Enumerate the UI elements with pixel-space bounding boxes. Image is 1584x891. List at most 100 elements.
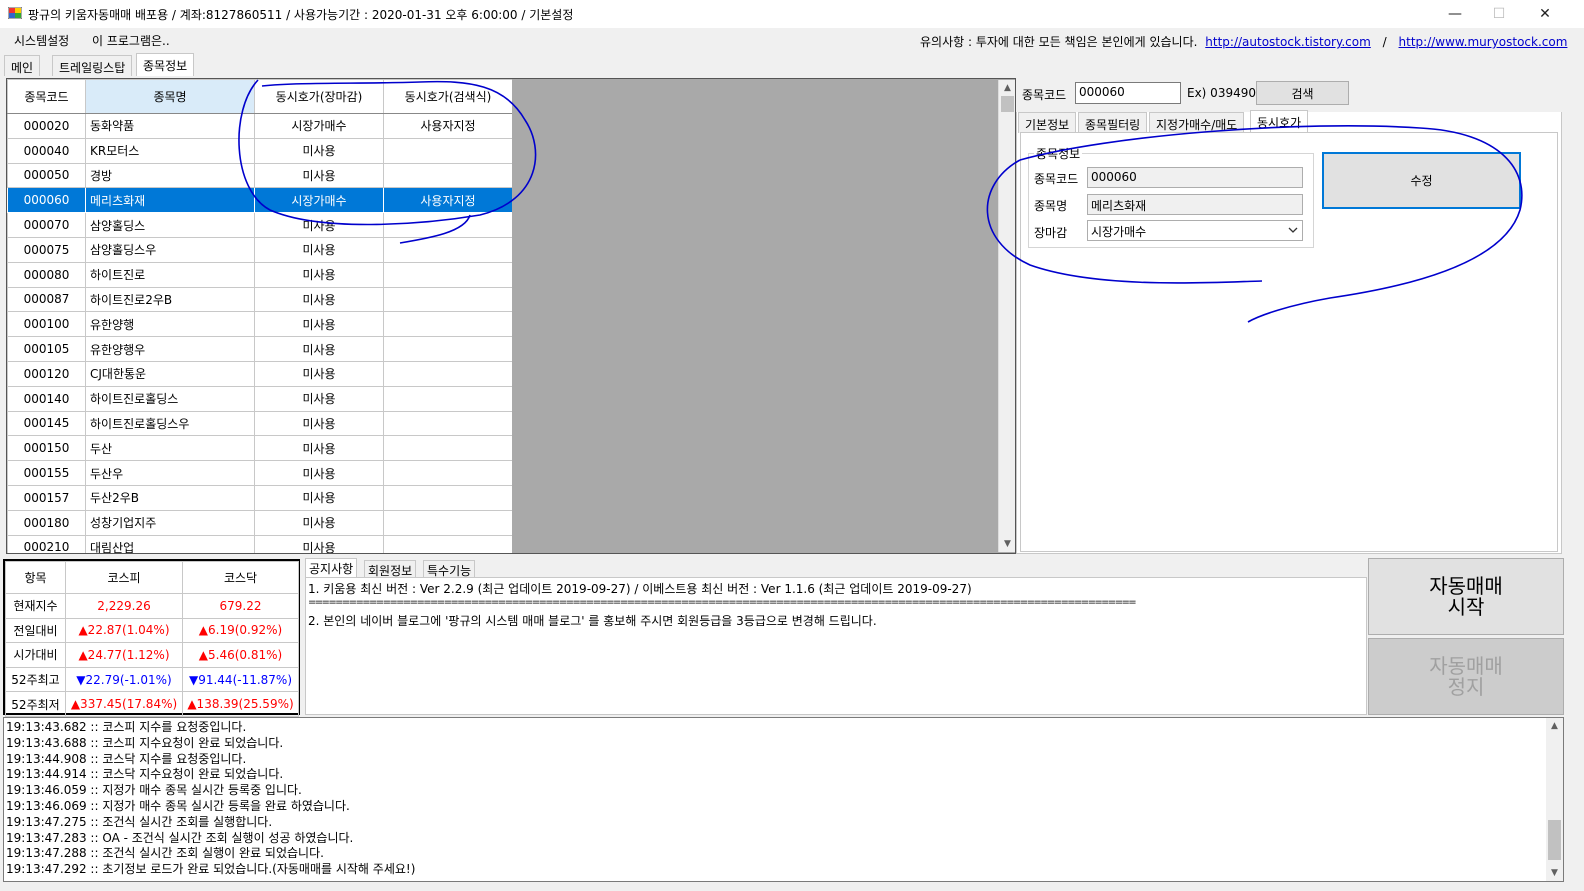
- cell-search-auction[interactable]: [383, 460, 512, 486]
- cell-name[interactable]: 유한양행: [85, 311, 255, 338]
- table-row[interactable]: 000020 동화약품 시장가매수 사용자지정: [7, 113, 512, 139]
- cell-search-auction[interactable]: [383, 286, 512, 313]
- cell-close-auction[interactable]: 미사용: [254, 137, 384, 164]
- tab-notice[interactable]: 공지사항: [305, 558, 358, 578]
- cell-name[interactable]: 하이트진로: [85, 261, 255, 288]
- cell-close-auction[interactable]: 미사용: [254, 509, 384, 536]
- cell-close-auction[interactable]: 미사용: [254, 236, 384, 263]
- table-row[interactable]: 000070 삼양홀딩스 미사용: [7, 212, 512, 238]
- tab-member-info[interactable]: 회원정보: [364, 560, 417, 578]
- cell-code[interactable]: 000060: [7, 187, 86, 214]
- close-icon[interactable]: ✕: [1522, 0, 1568, 28]
- cell-search-auction[interactable]: [383, 435, 512, 462]
- table-row[interactable]: 000060 메리츠화재 시장가매수 사용자지정: [7, 187, 512, 214]
- table-row[interactable]: 000210 대림산업 미사용: [7, 534, 512, 553]
- cell-close-auction[interactable]: 미사용: [254, 385, 384, 412]
- cell-close-auction[interactable]: 시장가매수: [254, 113, 384, 139]
- cell-code[interactable]: 000210: [7, 534, 86, 553]
- cell-code[interactable]: 000120: [7, 360, 86, 387]
- cell-code[interactable]: 000100: [7, 311, 86, 338]
- table-row[interactable]: 000180 성창기업지주 미사용: [7, 509, 512, 536]
- table-row[interactable]: 000050 경방 미사용: [7, 162, 512, 189]
- dropdown-chevron-icon[interactable]: [1288, 227, 1298, 234]
- cell-close-auction[interactable]: 미사용: [254, 311, 384, 338]
- cell-search-auction[interactable]: [383, 484, 512, 511]
- cell-close-auction[interactable]: 시장가매수: [254, 187, 384, 214]
- cell-search-auction[interactable]: [383, 534, 512, 553]
- cell-search-auction[interactable]: 사용자지정: [383, 187, 512, 214]
- code-search-input[interactable]: 000060: [1075, 82, 1181, 104]
- search-button[interactable]: 검색: [1256, 81, 1349, 105]
- cell-name[interactable]: 하이트진로2우B: [85, 286, 255, 313]
- edit-button[interactable]: 수정: [1322, 152, 1521, 209]
- tab-special-functions[interactable]: 특수기능: [423, 560, 476, 578]
- cell-search-auction[interactable]: [383, 360, 512, 387]
- scroll-up-icon[interactable]: ▲: [999, 80, 1016, 96]
- cell-code[interactable]: 000040: [7, 137, 86, 164]
- menu-system-settings[interactable]: 시스템설정: [14, 32, 69, 49]
- tab-stock-info[interactable]: 종목정보: [136, 53, 195, 76]
- cell-name[interactable]: 경방: [85, 162, 255, 189]
- scroll-up-icon[interactable]: ▲: [1546, 718, 1563, 734]
- cell-close-auction[interactable]: 미사용: [254, 261, 384, 288]
- table-row[interactable]: 000075 삼양홀딩스우 미사용: [7, 236, 512, 263]
- cell-name[interactable]: 하이트진로홀딩스우: [85, 410, 255, 437]
- cell-code[interactable]: 000157: [7, 484, 86, 511]
- cell-name[interactable]: 성창기업지주: [85, 509, 255, 536]
- cell-search-auction[interactable]: [383, 212, 512, 238]
- cell-close-auction[interactable]: 미사용: [254, 435, 384, 462]
- col-header-close-auction[interactable]: 동시호가(장마감): [254, 79, 384, 114]
- tab-basic-info[interactable]: 기본정보: [1018, 112, 1077, 133]
- cell-search-auction[interactable]: [383, 261, 512, 288]
- cell-search-auction[interactable]: [383, 236, 512, 263]
- table-row[interactable]: 000087 하이트진로2우B 미사용: [7, 286, 512, 313]
- link-muryostock[interactable]: http://www.muryostock.com: [1399, 35, 1568, 49]
- cell-code[interactable]: 000020: [7, 113, 86, 139]
- cell-code[interactable]: 000087: [7, 286, 86, 313]
- cell-close-auction[interactable]: 미사용: [254, 410, 384, 437]
- cell-code[interactable]: 000070: [7, 212, 86, 238]
- log-scrollbar[interactable]: ▲ ▼: [1546, 718, 1563, 881]
- maximize-icon[interactable]: ☐: [1476, 0, 1522, 28]
- cell-name[interactable]: 유한양행우: [85, 336, 255, 362]
- col-header-code[interactable]: 종목코드: [7, 79, 86, 114]
- cell-search-auction[interactable]: [383, 137, 512, 164]
- table-row[interactable]: 000105 유한양행우 미사용: [7, 336, 512, 362]
- cell-search-auction[interactable]: [383, 311, 512, 338]
- cell-search-auction[interactable]: [383, 385, 512, 412]
- cell-name[interactable]: 동화약품: [85, 113, 255, 139]
- table-row[interactable]: 000040 KR모터스 미사용: [7, 137, 512, 164]
- table-row[interactable]: 000145 하이트진로홀딩스우 미사용: [7, 410, 512, 437]
- cell-search-auction[interactable]: [383, 162, 512, 189]
- cell-code[interactable]: 000155: [7, 460, 86, 486]
- table-row[interactable]: 000100 유한양행 미사용: [7, 311, 512, 338]
- cell-search-auction[interactable]: [383, 336, 512, 362]
- tab-trailing-stop[interactable]: 트레일링스탑: [52, 55, 133, 76]
- table-row[interactable]: 000080 하이트진로 미사용: [7, 261, 512, 288]
- start-auto-trading-button[interactable]: 자동매매 시작: [1368, 558, 1564, 635]
- tab-stock-filter[interactable]: 종목필터링: [1078, 112, 1148, 133]
- table-row[interactable]: 000140 하이트진로홀딩스 미사용: [7, 385, 512, 412]
- cell-close-auction[interactable]: 미사용: [254, 162, 384, 189]
- cell-close-auction[interactable]: 미사용: [254, 460, 384, 486]
- cell-name[interactable]: 두산우: [85, 460, 255, 486]
- cell-close-auction[interactable]: 미사용: [254, 484, 384, 511]
- scroll-down-icon[interactable]: ▼: [999, 536, 1016, 552]
- cell-search-auction[interactable]: [383, 410, 512, 437]
- scroll-thumb[interactable]: [1001, 96, 1014, 112]
- cell-search-auction[interactable]: 사용자지정: [383, 113, 512, 139]
- table-row[interactable]: 000155 두산우 미사용: [7, 460, 512, 486]
- tab-main[interactable]: 메인: [4, 55, 41, 76]
- link-autostock[interactable]: http://autostock.tistory.com: [1205, 35, 1371, 49]
- cell-close-auction[interactable]: 미사용: [254, 212, 384, 238]
- cell-name[interactable]: 하이트진로홀딩스: [85, 385, 255, 412]
- cell-name[interactable]: CJ대한통운: [85, 360, 255, 387]
- cell-code[interactable]: 000075: [7, 236, 86, 263]
- cell-code[interactable]: 000145: [7, 410, 86, 437]
- cell-name[interactable]: 삼양홀딩스우: [85, 236, 255, 263]
- cell-code[interactable]: 000140: [7, 385, 86, 412]
- cell-name[interactable]: KR모터스: [85, 137, 255, 164]
- cell-close-auction[interactable]: 미사용: [254, 286, 384, 313]
- cell-name[interactable]: 두산2우B: [85, 484, 255, 511]
- menu-about[interactable]: 이 프로그램은..: [92, 32, 170, 49]
